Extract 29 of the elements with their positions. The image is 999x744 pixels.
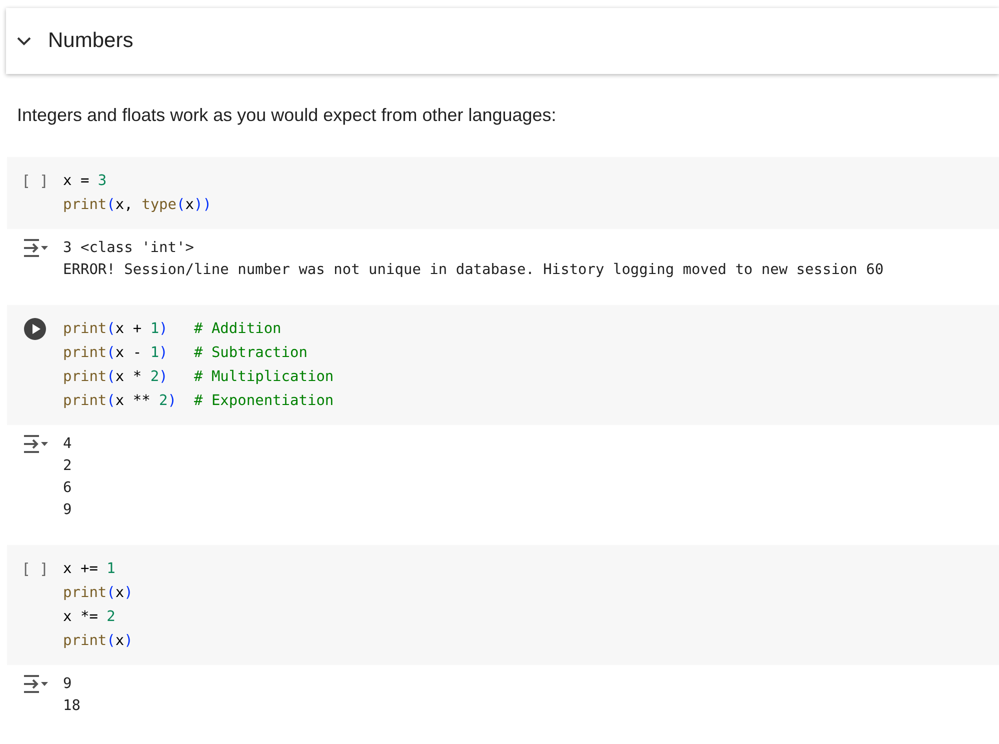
output-toggle-icon[interactable] xyxy=(21,673,49,695)
execution-prompt[interactable]: [ ] xyxy=(21,557,49,581)
code-line: print(x - 1) # Subtraction xyxy=(63,344,308,363)
code-line: print(x) xyxy=(63,584,133,603)
code-line: x *= 2 xyxy=(63,608,116,627)
output-line: 9 xyxy=(63,675,73,694)
run-icon[interactable] xyxy=(23,317,47,341)
output-line: 4 xyxy=(63,435,72,454)
code-line: print(x, type(x)) xyxy=(63,196,212,215)
code-line: x = 3 xyxy=(63,172,108,191)
output-line: 18 xyxy=(63,697,80,716)
code-line: print(x * 2) # Multiplication xyxy=(63,368,334,387)
code-line: print(x) xyxy=(63,632,133,651)
output-line: 2 xyxy=(63,457,72,476)
section-title: Numbers xyxy=(48,28,134,54)
output-toggle-icon[interactable] xyxy=(21,433,49,455)
code-line: print(x + 1) # Addition xyxy=(63,320,282,339)
output-line: 9 xyxy=(63,501,72,520)
code-cell[interactable]: print(x + 1) # Addition print(x - 1) # Subtraction print(x * 2) # Multiplication print(x ** 2) # Exponentiation xyxy=(7,305,999,425)
code-line: x += 1 xyxy=(63,560,116,579)
output-line: 6 xyxy=(63,479,72,498)
code-line: print(x ** 2) # Exponentiation xyxy=(63,392,334,411)
output-line: ERROR! Session/line number was not unique in database. History logging moved to new session 60 xyxy=(63,261,884,280)
output-toggle-icon[interactable] xyxy=(21,237,49,259)
code-cell[interactable]: [ ] x = 3 print(x, type(x)) xyxy=(7,157,999,229)
code-cell[interactable]: [ ] x += 1 print(x) x *= 2 print(x) xyxy=(7,545,999,665)
execution-prompt[interactable]: [ ] xyxy=(21,169,49,193)
output-line: 3 <class 'int'> xyxy=(63,239,195,258)
markdown-text: Integers and floats work as you would expect from other languages: xyxy=(17,104,558,127)
